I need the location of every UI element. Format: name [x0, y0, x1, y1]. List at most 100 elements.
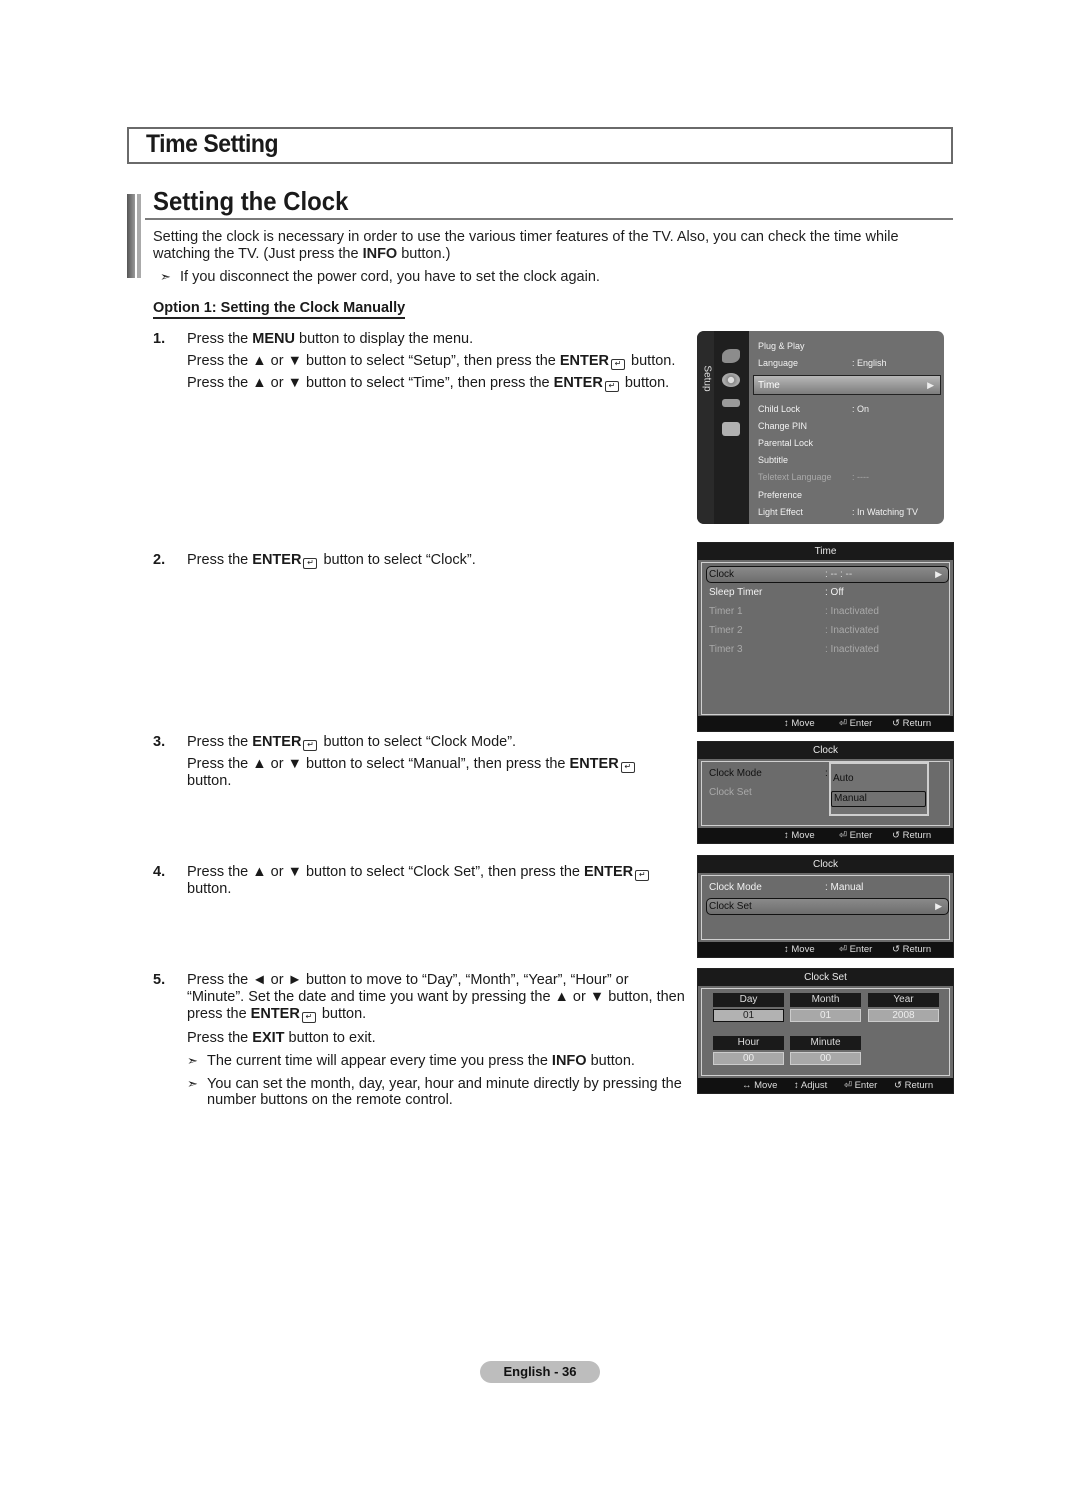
menu-item-clock-mode[interactable]: Clock Mode — [709, 768, 762, 779]
field-value-month[interactable]: 01 — [790, 1009, 861, 1022]
move-hint: ↔ Move — [742, 1080, 778, 1091]
section-title: Time Setting — [146, 130, 279, 158]
time-menu-item-sleep-timer[interactable]: Sleep Timer — [709, 587, 762, 598]
menu-footer: ↕ Move ⏎ Enter ↺ Return — [698, 716, 953, 731]
setup-menu-item-change-pin[interactable]: Change PIN — [758, 421, 807, 431]
arrow-right-icon: ▶ — [935, 569, 942, 579]
step-5-line: press the ENTER ↵ button. — [187, 1006, 366, 1024]
time-menu-item-timer-2[interactable]: Timer 2 — [709, 625, 743, 636]
text: Press the ▲ or ▼ button to select “Manua… — [187, 756, 570, 772]
menu-item-value: : ---- — [852, 472, 869, 482]
dropdown-option-label: Manual — [834, 793, 867, 804]
text: button.) — [397, 246, 451, 262]
field-label-hour: Hour — [713, 1036, 784, 1050]
note-arrow-icon: ➣ — [187, 1076, 198, 1091]
text: button to exit. — [284, 1030, 376, 1046]
setup-menu-item-parental-lock[interactable]: Parental Lock — [758, 438, 813, 448]
arrow-right-icon: ▶ — [935, 901, 942, 911]
step-5-note: number buttons on the remote control. — [207, 1092, 453, 1108]
page-number-badge: English - 36 — [480, 1361, 600, 1383]
field-value-hour[interactable]: 00 — [713, 1052, 784, 1065]
step-number: 3. — [153, 734, 166, 750]
step-2-line: Press the ENTER ↵ button to select “Clock… — [187, 552, 476, 570]
enter-icon: ↵ — [301, 1012, 316, 1023]
menu-item-value: : Inactivated — [825, 625, 879, 636]
divider — [145, 218, 953, 220]
return-hint: ↺ Return — [892, 718, 932, 729]
clock-mode-dropdown[interactable]: Auto Manual — [829, 762, 929, 816]
enter-hint: ⏎ Enter — [839, 944, 873, 955]
setup-menu-item-teletext-language[interactable]: Teletext Language — [758, 472, 832, 482]
enter-hint: ⏎ Enter — [839, 830, 873, 841]
enter-icon: ↵ — [604, 381, 619, 392]
setup-menu-item-preference[interactable]: Preference — [758, 490, 802, 500]
menu-icon-column — [714, 331, 749, 524]
clock-mode-screen: Clock Clock Mode : Clock Set Auto Manual… — [697, 741, 954, 844]
move-hint: ↕ Move — [784, 718, 815, 729]
return-hint: ↺ Return — [894, 1080, 934, 1091]
move-hint: ↕ Move — [784, 830, 815, 841]
setup-menu-item-plug-play[interactable]: Plug & Play — [758, 341, 805, 351]
setup-side-tab: Setup — [697, 331, 714, 524]
menu-item-clock-set[interactable]: Clock Set ▶ — [706, 898, 949, 915]
field-value-year[interactable]: 2008 — [868, 1009, 939, 1022]
menu-item-value: : Inactivated — [825, 606, 879, 617]
adjust-hint: ↕ Adjust — [794, 1080, 828, 1091]
return-hint: ↺ Return — [892, 944, 932, 955]
text-bold: ENTER — [569, 756, 619, 772]
text: button to select “Clock Mode”. — [319, 734, 517, 750]
menu-item-clock-mode[interactable]: Clock Mode — [709, 882, 762, 893]
menu-title: Time — [698, 543, 953, 560]
menu-item-value: : In Watching TV — [852, 507, 919, 517]
dropdown-option-auto[interactable]: Auto — [833, 773, 854, 784]
decorative-bar — [127, 194, 135, 278]
menu-item-value: : Inactivated — [825, 644, 879, 655]
enter-icon: ↵ — [620, 762, 635, 773]
step-5-line: Press the ◄ or ► button to move to “Day”… — [187, 972, 629, 988]
menu-item-label: Time — [758, 380, 780, 391]
setup-menu-item-light-effect[interactable]: Light Effect — [758, 507, 803, 517]
step-4-line: Press the ▲ or ▼ button to select “Clock… — [187, 864, 651, 882]
time-menu-item-timer-3[interactable]: Timer 3 — [709, 644, 743, 655]
application-icon — [722, 422, 740, 436]
text: Press the — [187, 734, 253, 750]
menu-item-value: : Off — [825, 587, 844, 598]
setup-menu-screen: Setup Plug & Play Language: English Time ▶ C… — [697, 331, 944, 524]
setup-menu-item-child-lock[interactable]: Child Lock — [758, 404, 800, 414]
field-value-minute[interactable]: 00 — [790, 1052, 861, 1065]
text: The current time will appear every time … — [207, 1053, 552, 1069]
time-menu-item-clock[interactable]: Clock: -- : -- ▶ — [706, 566, 949, 583]
text: button to display the menu. — [294, 331, 474, 347]
setup-menu-item-language[interactable]: Language — [758, 358, 798, 368]
intro-line-1: Setting the clock is necessary in order … — [153, 229, 899, 245]
intro-line-2: watching the TV. (Just press the INFO bu… — [153, 246, 450, 263]
text: If you disconnect the power cord, you ha… — [180, 269, 600, 285]
setup-menu-item-time[interactable]: Time ▶ — [753, 375, 941, 395]
step-1-line: Press the MENU button to display the men… — [187, 331, 473, 349]
enter-icon: ↵ — [635, 870, 650, 881]
enter-icon: ↵ — [303, 740, 318, 751]
text-bold: INFO — [551, 1053, 587, 1069]
dropdown-option-manual[interactable]: Manual — [831, 791, 926, 807]
field-label-minute: Minute — [790, 1036, 861, 1050]
menu-footer: ↕ Move ⏎ Enter ↺ Return — [698, 828, 953, 843]
text-bold: INFO — [362, 246, 398, 262]
menu-footer: ↕ Move ⏎ Enter ↺ Return — [698, 942, 953, 957]
time-menu-item-timer-1[interactable]: Timer 1 — [709, 606, 743, 617]
text: button. — [627, 353, 676, 369]
field-value-day[interactable]: 01 — [713, 1009, 784, 1022]
setup-menu-item-subtitle[interactable]: Subtitle — [758, 455, 788, 465]
picture-icon — [722, 349, 740, 363]
text-bold: ENTER — [559, 353, 610, 369]
step-number: 5. — [153, 972, 166, 988]
menu-footer: ↔ Move ↕ Adjust ⏎ Enter ↺ Return — [698, 1078, 953, 1093]
step-number: 2. — [153, 552, 166, 568]
menu-title: Clock — [698, 856, 953, 873]
step-5-line: “Minute”. Set the date and time you want… — [187, 989, 685, 1005]
text: watching the TV. (Just press the — [153, 246, 363, 262]
time-menu-screen: Time Clock: -- : -- ▶ Sleep Timer : Off Time… — [697, 542, 954, 732]
step-5-note: ➣ You can set the month, day, year, hour … — [187, 1075, 682, 1094]
menu-item-clock-set[interactable]: Clock Set — [709, 787, 752, 798]
text: Press the — [187, 331, 253, 347]
return-hint: ↺ Return — [892, 830, 932, 841]
